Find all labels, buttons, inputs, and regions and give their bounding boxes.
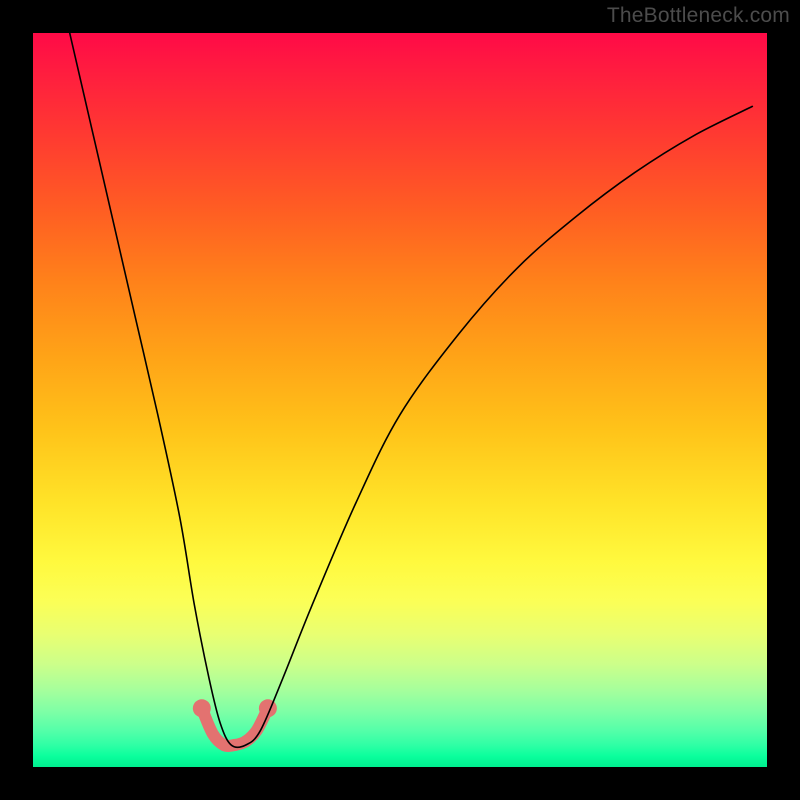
chart-stage: TheBottleneck.com: [0, 0, 800, 800]
highlight-dot: [193, 699, 211, 717]
bottleneck-curve-svg: [33, 33, 767, 767]
watermark-text: TheBottleneck.com: [607, 4, 790, 28]
bottleneck-curve: [70, 33, 753, 747]
plot-area: [33, 33, 767, 767]
